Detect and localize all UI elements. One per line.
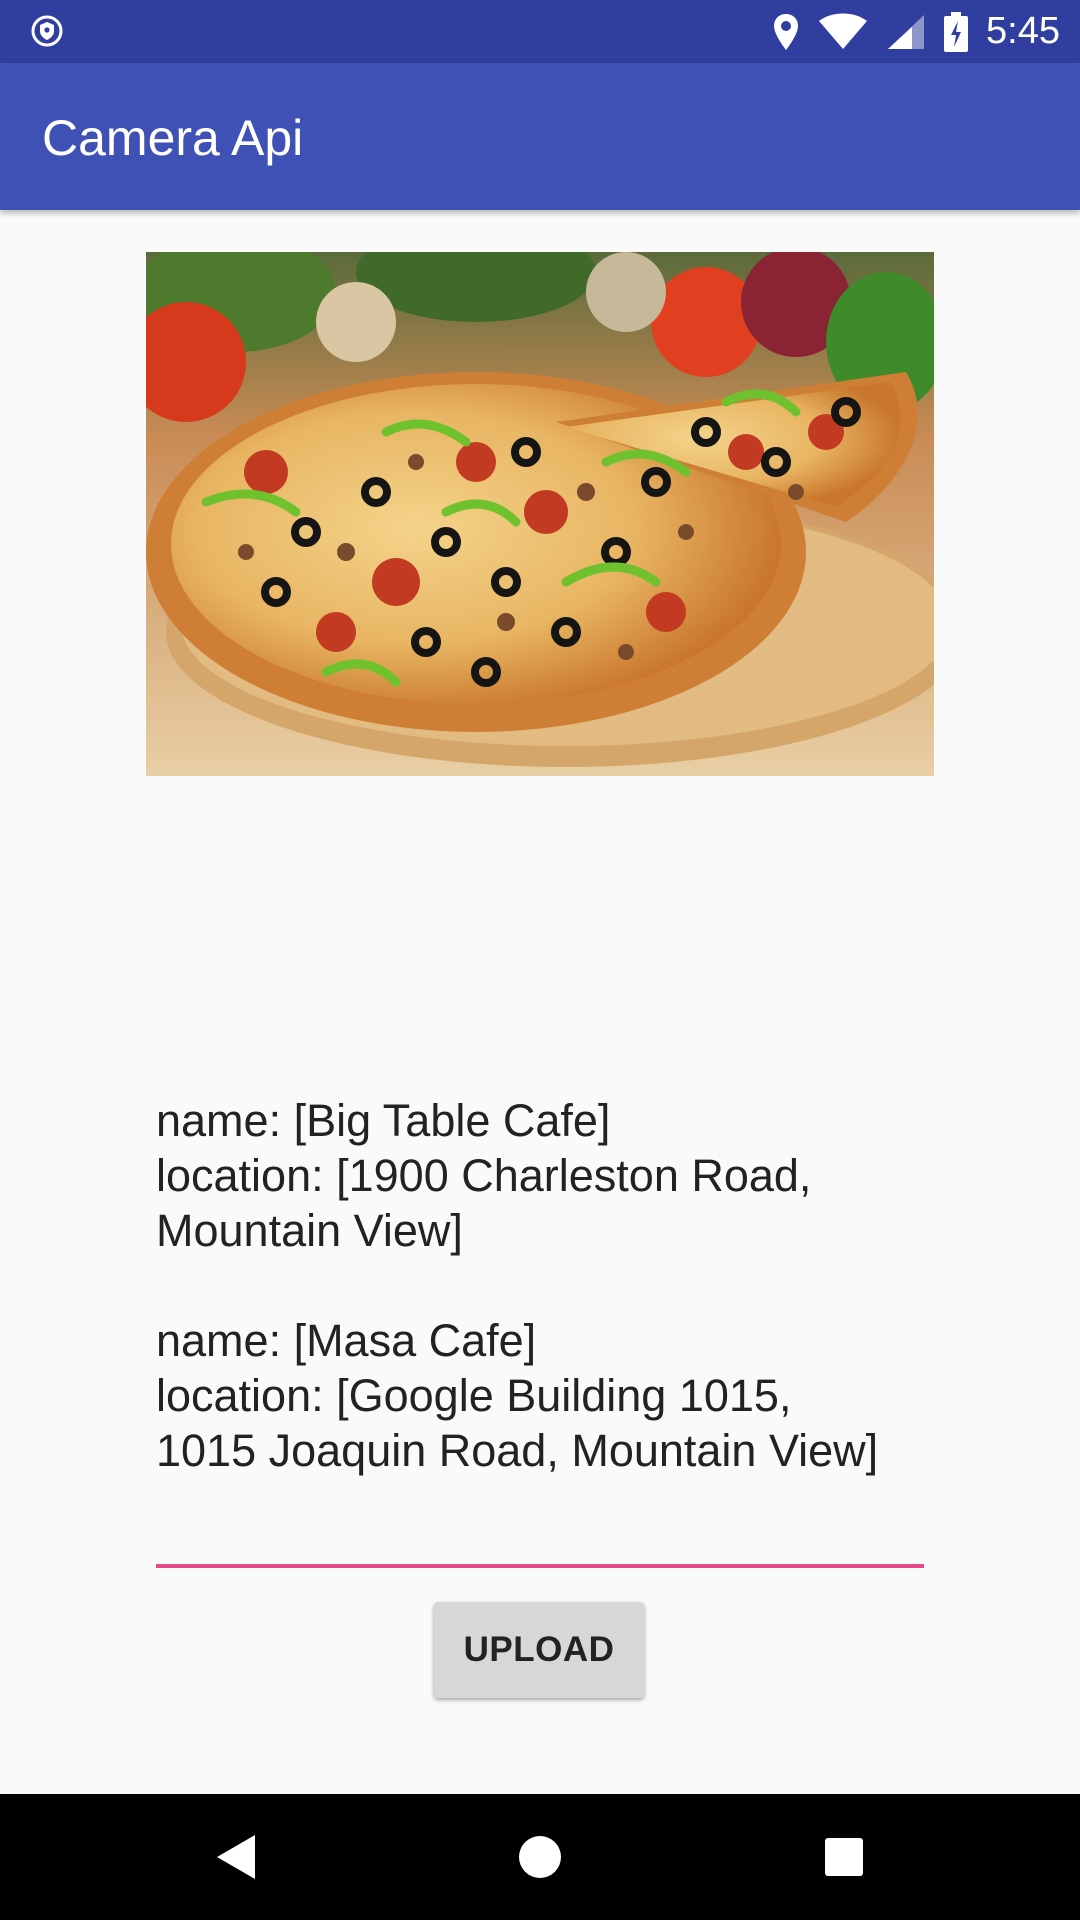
result-2-location-cont: 1015 Joaquin Road, Mountain View] — [156, 1425, 879, 1476]
home-icon[interactable] — [470, 1794, 610, 1920]
wifi-icon — [818, 13, 868, 51]
result-1-location-cont: Mountain View] — [156, 1205, 463, 1256]
result-1-name: name: [Big Table Cafe] — [156, 1095, 611, 1146]
result-1-location: location: [1900 Charleston Road, — [156, 1150, 812, 1201]
upload-button[interactable]: UPLOAD — [434, 1602, 644, 1698]
location-icon — [772, 12, 800, 52]
results-text: name: [Big Table Cafe] location: [1900 C… — [156, 1093, 936, 1478]
status-time: 5:45 — [986, 10, 1060, 52]
shield-icon — [30, 14, 64, 48]
pizza-photo — [146, 252, 934, 776]
recents-icon[interactable] — [774, 1794, 914, 1920]
result-2-location: location: [Google Building 1015, — [156, 1370, 792, 1421]
app-title: Camera Api — [42, 110, 304, 166]
back-icon[interactable] — [166, 1794, 306, 1920]
app-bar: Camera Api — [0, 63, 1080, 210]
text-input[interactable] — [156, 1510, 924, 1568]
navigation-bar — [0, 1794, 1080, 1920]
status-bar: 5:45 — [0, 0, 1080, 63]
cell-signal-icon — [886, 13, 926, 51]
result-2-name: name: [Masa Cafe] — [156, 1315, 537, 1366]
battery-charging-icon — [944, 11, 969, 52]
